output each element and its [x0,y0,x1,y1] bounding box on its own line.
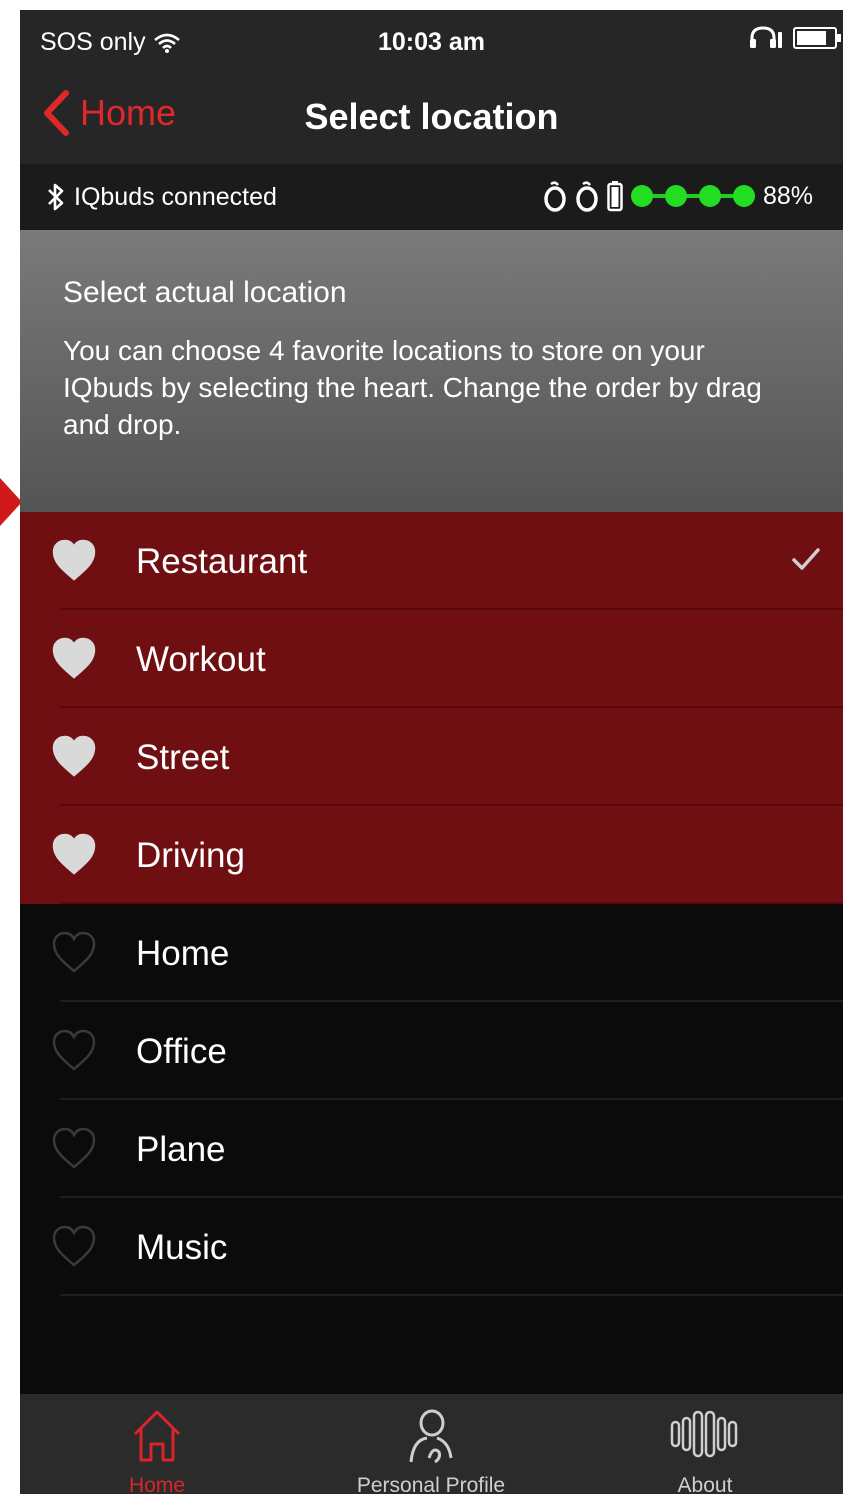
heart-outline-icon[interactable] [52,931,96,973]
bluetooth-icon [48,183,64,211]
nav-bar: Home Select location [20,76,843,164]
location-label: Music [136,1228,228,1267]
battery-level-dots [630,185,755,207]
tab-personal-profile[interactable]: Personal Profile [294,1394,568,1494]
location-label: Home [136,934,230,973]
level-dot [664,185,687,207]
location-row[interactable]: Restaurant [20,512,843,610]
location-label: Street [136,738,230,777]
location-row[interactable]: Plane [20,1100,843,1198]
earbuds-battery: 88% [543,180,813,212]
battery-small-icon [607,181,623,212]
location-row[interactable]: Music [20,1198,843,1296]
level-dot [630,185,653,207]
location-row[interactable]: Street [20,708,843,806]
status-right [749,26,841,50]
location-list: Restaurant Workout Street Driving Home Office… [20,512,843,1296]
battery-icon [793,27,841,49]
heart-filled-icon[interactable] [52,833,96,875]
connection-bar: IQbuds connected 88% [20,164,843,230]
back-label: Home [80,92,177,133]
connection-status-label: IQbuds connected [74,182,277,211]
checkmark-icon [792,548,820,570]
info-panel: Select actual location You can choose 4 … [20,230,843,512]
location-label: Plane [136,1130,226,1169]
battery-fill [797,31,826,45]
tab-about[interactable]: About [568,1394,842,1494]
home-icon [133,1410,181,1462]
tab-about-label: About [677,1474,733,1494]
level-dot [698,185,721,207]
heart-filled-icon[interactable] [52,637,96,679]
heart-outline-icon[interactable] [52,1127,96,1169]
location-label: Workout [136,640,266,679]
tab-personal-profile-label: Personal Profile [356,1474,506,1494]
back-button[interactable]: Home [42,90,176,136]
location-label: Restaurant [136,542,308,581]
heart-filled-icon[interactable] [52,539,96,581]
location-row[interactable]: Office [20,1002,843,1100]
red-pointer-arrow [0,478,22,526]
about-icon [670,1410,738,1458]
location-label: Office [136,1032,227,1071]
earbud-left-icon [544,181,566,212]
level-dot [732,185,755,207]
location-label: Driving [136,836,245,875]
heart-filled-icon[interactable] [52,735,96,777]
tab-home[interactable]: Home [20,1394,294,1494]
location-row[interactable]: Home [20,904,843,1002]
battery-percent: 88% [762,181,813,210]
tab-home-label: Home [128,1474,186,1494]
chevron-left-icon [44,90,69,136]
heart-outline-icon[interactable] [52,1029,96,1071]
profile-icon [409,1409,453,1464]
row-separator [60,1294,843,1296]
info-title: Select actual location [63,276,347,309]
location-row[interactable]: Workout [20,610,843,708]
phone-screen: SOS only 10:03 am Home Select location I… [20,10,843,1494]
earbud-right-icon [576,181,598,212]
connection-status: IQbuds connected [46,182,277,212]
tab-bar: Home Personal Profile About [20,1394,843,1494]
headphones-icon [750,26,782,48]
heart-outline-icon[interactable] [52,1225,96,1267]
status-bar: SOS only 10:03 am [20,10,843,76]
location-row[interactable]: Driving [20,806,843,904]
status-time: 10:03 am [377,28,486,56]
info-text: You can choose 4 favorite locations to s… [63,335,762,440]
